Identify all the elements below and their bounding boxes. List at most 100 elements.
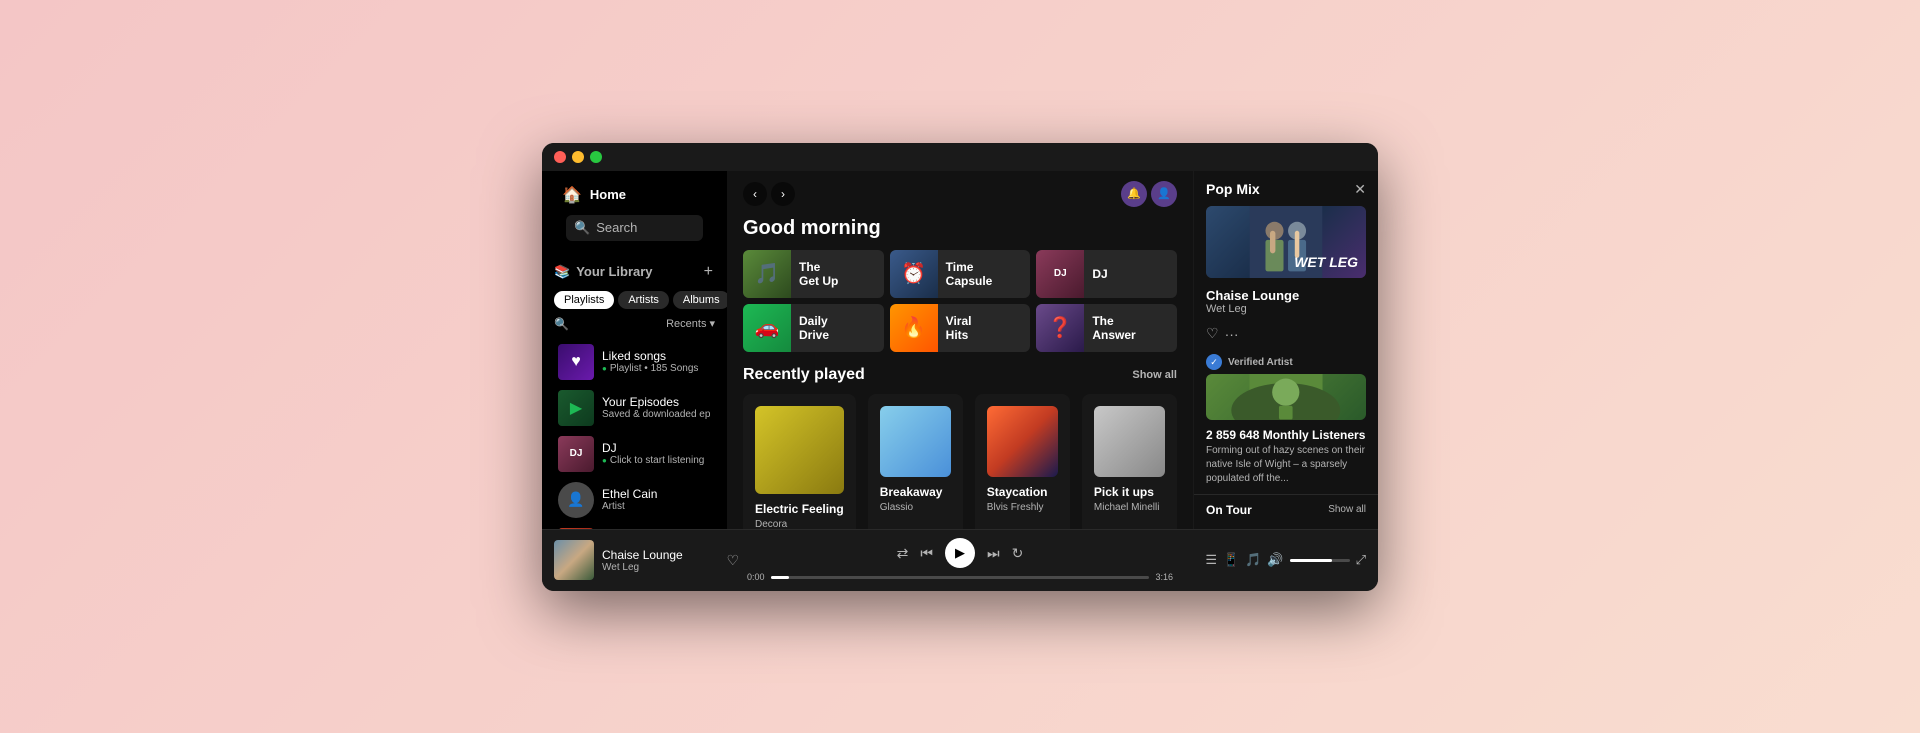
- episodes-sub: Saved & downloaded episodes: [602, 409, 711, 420]
- list-item[interactable]: DJ DJ ●Click to start listening: [546, 431, 723, 477]
- quick-play-item[interactable]: ⏰ Time Capsule ▶: [890, 250, 1031, 298]
- main-layout: 🏠 Home 🔍 Search 📚 Your Library +: [542, 171, 1378, 529]
- on-tour-show-all[interactable]: Show all: [1328, 504, 1366, 515]
- ethel-cain-sub: Artist: [602, 501, 711, 512]
- verified-badge-row: ✓ Verified Artist: [1194, 346, 1378, 374]
- now-playing-title[interactable]: Chaise Lounge: [1206, 288, 1366, 303]
- recently-played-show-all[interactable]: Show all: [1132, 369, 1177, 381]
- card-breakaway[interactable]: Breakaway Glassio: [868, 394, 963, 529]
- volume-button[interactable]: 🔊: [1267, 552, 1283, 568]
- panel-close-button[interactable]: ✕: [1354, 181, 1366, 198]
- library-section: 📚 Your Library + Playlists Artists Album…: [542, 253, 727, 529]
- sidebar-nav: 🏠 Home 🔍 Search: [542, 171, 727, 253]
- dj-sub: ●Click to start listening: [602, 455, 711, 466]
- daily-drive-img: 🚗: [743, 304, 791, 352]
- recently-played-title[interactable]: Recently played: [743, 366, 865, 384]
- more-options-button[interactable]: ···: [1225, 326, 1239, 342]
- your-library-label: Your Library: [576, 264, 652, 279]
- now-playing-artist[interactable]: Wet Leg: [1206, 303, 1366, 315]
- liked-songs-sub: ●Playlist • 185 Songs: [602, 363, 711, 374]
- user-avatar[interactable]: 👤: [1151, 181, 1177, 207]
- breakaway-sub: Glassio: [880, 502, 951, 513]
- next-button[interactable]: ⏭: [987, 545, 1000, 562]
- get-up-name: The Get Up: [799, 260, 840, 288]
- monthly-listeners-section: 2 859 648 Monthly Listeners Forming out …: [1194, 420, 1378, 494]
- player-track-details: Chaise Lounge Wet Leg: [602, 548, 718, 573]
- close-button[interactable]: [554, 151, 566, 163]
- quick-play-item[interactable]: DJ DJ ▶: [1036, 250, 1177, 298]
- play-pause-button[interactable]: ▶: [945, 538, 975, 568]
- list-item[interactable]: ▶ Your Episodes Saved & downloaded episo…: [546, 385, 723, 431]
- user-avatars: 🔔 👤: [1121, 181, 1177, 207]
- forward-button[interactable]: ›: [771, 182, 795, 206]
- artist-card-bg: [1206, 374, 1366, 419]
- card-staycation[interactable]: Staycation Blvis Freshly: [975, 394, 1070, 529]
- list-item[interactable]: ♥ Liked songs ●Playlist • 185 Songs: [546, 339, 723, 385]
- maximize-button[interactable]: [590, 151, 602, 163]
- quick-play-item[interactable]: 🔥 Viral Hits ▶: [890, 304, 1031, 352]
- notifications-icon[interactable]: 🔔: [1121, 181, 1147, 207]
- player-track-info: Chaise Lounge Wet Leg ♡: [554, 540, 739, 580]
- filter-tabs: Playlists Artists Albums Podcasts ›: [542, 287, 727, 313]
- shuffle-button[interactable]: ⇄: [897, 545, 909, 562]
- episodes-info: Your Episodes Saved & downloaded episode…: [602, 395, 711, 420]
- title-bar: [542, 143, 1378, 171]
- previous-button[interactable]: ⏮: [920, 545, 933, 562]
- player-heart-button[interactable]: ♡: [726, 552, 739, 569]
- devices-button[interactable]: 📱: [1223, 552, 1239, 568]
- library-list: ♥ Liked songs ●Playlist • 185 Songs ▶: [542, 335, 727, 529]
- card-electric-feeling[interactable]: Electric Feeling Decora: [743, 394, 856, 529]
- card-pick-it-up[interactable]: Pick it ups Michael Minelli: [1082, 394, 1177, 529]
- green-dot-icon: ●: [602, 364, 607, 373]
- save-heart-button[interactable]: ♡: [1206, 325, 1219, 342]
- recents-filter[interactable]: Recents ▾: [666, 317, 715, 330]
- fullscreen-button[interactable]: ⤢: [1356, 552, 1366, 568]
- progress-track[interactable]: [771, 576, 1150, 579]
- greeting: Good morning: [727, 217, 1193, 250]
- progress-fill: [771, 576, 790, 579]
- filter-tab-artists[interactable]: Artists: [618, 291, 669, 309]
- library-search-bar: 🔍 Recents ▾: [542, 313, 727, 335]
- time-capsule-img: ⏰: [890, 250, 938, 298]
- filter-tab-playlists[interactable]: Playlists: [554, 291, 614, 309]
- back-button[interactable]: ‹: [743, 182, 767, 206]
- monthly-description: Forming out of hazy scenes on their nati…: [1206, 444, 1366, 486]
- sidebar-home-label: Home: [590, 187, 626, 202]
- queue-button[interactable]: ☰: [1205, 552, 1217, 568]
- recents-chevron-icon: ▾: [709, 317, 715, 330]
- minimize-button[interactable]: [572, 151, 584, 163]
- lyrics-button[interactable]: 🎵: [1245, 552, 1261, 568]
- quick-play-item[interactable]: 🚗 Daily Drive ▶: [743, 304, 884, 352]
- sidebar-item-search[interactable]: 🔍 Search: [566, 215, 703, 241]
- on-tour-section: On Tour Show all: [1194, 494, 1378, 529]
- library-title: 📚 Your Library: [554, 264, 653, 280]
- artist-cover-bg: WET LEG: [1206, 206, 1366, 279]
- filter-tab-albums[interactable]: Albums: [673, 291, 727, 309]
- library-header: 📚 Your Library +: [542, 253, 727, 287]
- episodes-icon: ▶: [570, 398, 582, 418]
- player-track-artist[interactable]: Wet Leg: [602, 562, 718, 573]
- recents-label: Recents: [666, 318, 706, 330]
- electric-feeling-sub: Decora: [755, 519, 844, 528]
- quick-play-item[interactable]: ❓ The Answer ▶: [1036, 304, 1177, 352]
- breakaway-title: Breakaway: [880, 485, 951, 499]
- library-add-button[interactable]: +: [702, 261, 715, 283]
- now-playing-info: Chaise Lounge Wet Leg: [1194, 278, 1378, 321]
- pick-it-up-title: Pick it ups: [1094, 485, 1165, 499]
- list-item[interactable]: 👤 Ethel Cain Artist: [546, 477, 723, 523]
- dj-name: DJ: [602, 441, 711, 455]
- sidebar-item-home[interactable]: 🏠 Home: [554, 179, 715, 211]
- volume-slider[interactable]: [1290, 559, 1350, 562]
- player-track-name[interactable]: Chaise Lounge: [602, 548, 718, 562]
- dj-quick-name: DJ: [1092, 267, 1133, 281]
- staycation-sub: Blvis Freshly: [987, 502, 1058, 513]
- quick-plays-grid: 🎵 The Get Up ▶ ⏰ Time Capsule ▶ DJ DJ ▶: [727, 250, 1193, 366]
- the-answer-name: The Answer: [1092, 314, 1135, 342]
- viral-hits-img: 🔥: [890, 304, 938, 352]
- library-actions: +: [702, 261, 715, 283]
- quick-play-item[interactable]: 🎵 The Get Up ▶: [743, 250, 884, 298]
- repeat-button[interactable]: ↻: [1012, 545, 1024, 562]
- liked-songs-name: Liked songs: [602, 349, 711, 363]
- daily-drive-name: Daily Drive: [799, 314, 840, 342]
- artist-on-tour-img[interactable]: [1206, 374, 1366, 419]
